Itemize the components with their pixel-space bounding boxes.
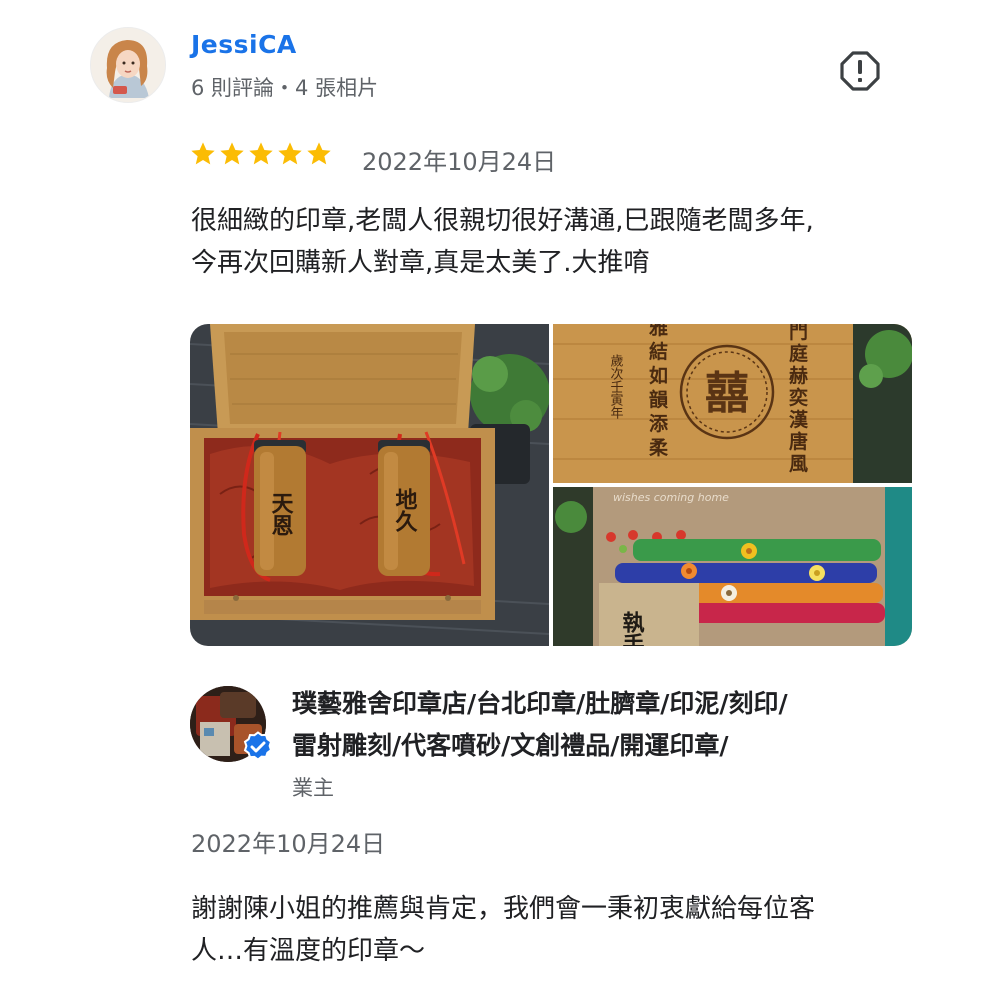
reviewer-meta: 6 則評論・4 張相片 [191,76,379,100]
reviewer-avatar[interactable] [90,27,166,103]
star-icon [278,142,302,165]
double-happiness-glyph: 囍 [705,368,749,419]
star-icon [191,142,215,165]
verse-char: 唐 [789,430,808,453]
owner-response-line: 人…有溫度的印章～ [191,936,426,966]
card-ribbon-text: wishes coming home [613,491,729,504]
plaque-small-text: 歲次壬寅年 [608,354,624,419]
reviewer-name[interactable]: JessiCA [191,30,297,59]
review-photo-plaque[interactable]: 雅 結 如 韻 添 柔 門 庭 赫 奕 漢 唐 風 歲次壬寅年 囍 [553,324,912,483]
review-text-line: 很細緻的印章,老闆人很親切很好溝通,巳跟隨老闆多年, [191,206,814,236]
verse-char: 韻 [649,388,669,411]
owner-name-line: 雷射雕刻/代客噴砂/文創禮品/開運印章/ [292,731,729,760]
seal-right-text: 地久 [392,488,418,533]
verse-char: 結 [649,340,668,363]
owner-name-line: 璞藝雅舍印章店/台北印章/肚臍章/印泥/刻印/ [292,689,788,718]
owner-name[interactable]: 璞藝雅舍印章店/台北印章/肚臍章/印泥/刻印/ 雷射雕刻/代客噴砂/文創禮品/開… [292,683,932,767]
review-text-line: 今再次回購新人對章,真是太美了.大推唷 [191,248,650,278]
verse-char: 門 [789,324,808,343]
review-photo-card[interactable]: wishes coming home 執手 [553,487,912,646]
owner-role: 業主 [292,776,334,800]
report-icon [840,51,880,91]
verified-badge-icon [243,731,273,761]
verse-char: 添 [649,412,669,435]
star-icon [220,142,244,165]
owner-response-date: 2022年10月24日 [191,830,386,858]
verse-char: 奕 [789,386,808,409]
report-button[interactable] [838,49,882,93]
review-date: 2022年10月24日 [362,148,557,176]
owner-response-text: 謝謝陳小姐的推薦與肯定，我們會一秉初衷獻給每位客 人…有溫度的印章～ [191,888,951,972]
star-rating [189,140,333,168]
card-text: 執手 [619,610,645,646]
verse-char: 漢 [789,408,809,431]
review-text: 很細緻的印章,老闆人很親切很好溝通,巳跟隨老闆多年, 今再次回購新人對章,真是太… [191,200,931,284]
seal-left-text: 天恩 [268,492,294,536]
verse-char: 雅 [649,324,668,339]
verse-char: 風 [789,453,808,475]
verified-badge [242,731,274,763]
user-avatar-icon [91,28,165,102]
review-photo-seal-box[interactable]: 天恩 地久 [190,324,549,646]
verse-char: 如 [649,364,668,387]
star-icon [307,142,331,165]
verse-char: 赫 [789,364,808,387]
owner-response-line: 謝謝陳小姐的推薦與肯定，我們會一秉初衷獻給每位客 [191,894,816,924]
star-icon [249,142,273,165]
verse-char: 庭 [789,342,808,365]
verse-char: 柔 [649,437,669,459]
